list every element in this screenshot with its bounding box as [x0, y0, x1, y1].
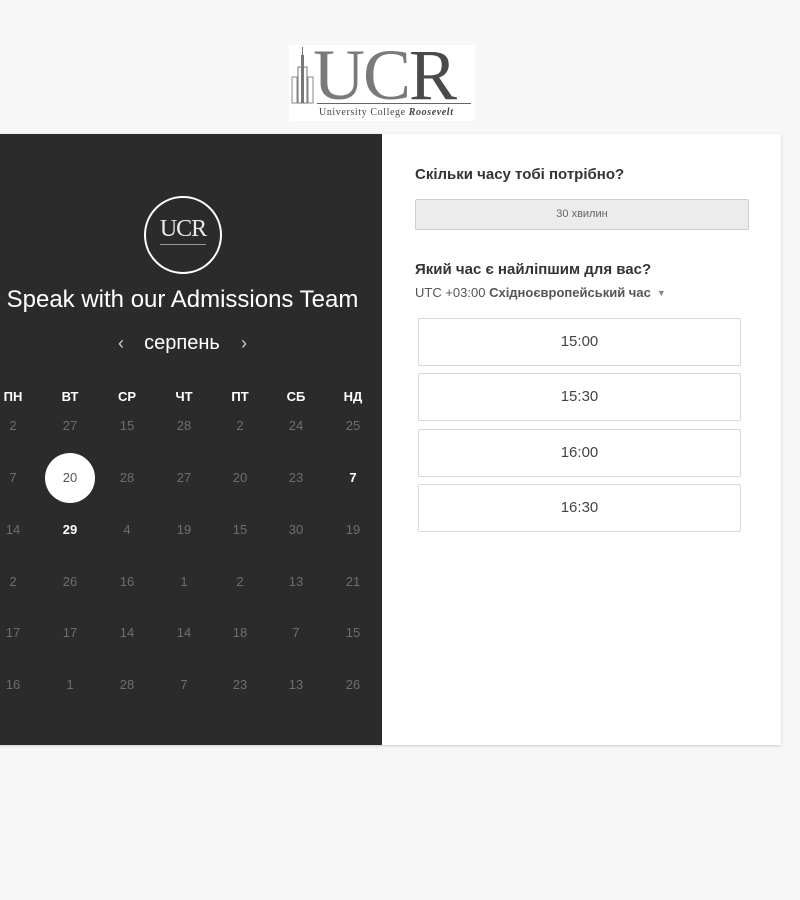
weekday-label: СБ — [286, 389, 306, 404]
calendar-day: 28 — [119, 677, 135, 692]
time-slot-button[interactable]: 15:00 — [418, 318, 741, 366]
calendar-day: 23 — [232, 677, 248, 692]
calendar-day: 2 — [236, 574, 244, 589]
calendar-day: 14 — [119, 625, 135, 640]
ucr-logo: UCR University College Roosevelt — [289, 39, 475, 121]
badge-divider — [160, 244, 206, 245]
weekday-label: ПТ — [231, 389, 249, 404]
chevron-right-icon[interactable]: › — [234, 333, 254, 354]
calendar-day: 28 — [176, 418, 192, 433]
month-navigation: ‹ серпень › — [0, 331, 364, 357]
time-slot-button[interactable]: 16:00 — [418, 429, 741, 477]
calendar-day: 13 — [288, 677, 304, 692]
duration-option[interactable]: 30 хвилин — [415, 199, 749, 230]
calendar-day: 4 — [123, 522, 131, 537]
calendar-day: 7 — [180, 677, 188, 692]
weekday-label: ВТ — [61, 389, 79, 404]
calendar-day: 17 — [62, 625, 78, 640]
calendar-day: 20 — [232, 470, 248, 485]
calendar-day: 15 — [345, 625, 361, 640]
timezone-name: Східноєвропейський час — [489, 285, 651, 300]
calendar-day: 25 — [345, 418, 361, 433]
time-selection-panel: Скільки часу тобі потрібно? 30 хвилин Як… — [382, 134, 781, 745]
month-label: серпень — [144, 332, 220, 354]
logo-wordmark: UCR — [313, 35, 457, 115]
calendar-day: 28 — [119, 470, 135, 485]
calendar-day: 7 — [9, 470, 17, 485]
available-date[interactable]: 29 — [50, 522, 90, 537]
calendar-day: 26 — [62, 574, 78, 589]
time-slot-button[interactable]: 16:30 — [418, 484, 741, 532]
logo-tagline: University College Roosevelt — [319, 107, 454, 118]
calendar-day: 15 — [119, 418, 135, 433]
time-question: Який час є найліпшим для вас? — [415, 261, 652, 278]
calendar-day: 7 — [292, 625, 300, 640]
calendar-day: 18 — [232, 625, 248, 640]
selected-date[interactable]: 20 — [45, 453, 95, 503]
caret-down-icon: ▼ — [656, 288, 666, 298]
weekday-label: СР — [117, 389, 137, 404]
calendar-day: 14 — [5, 522, 21, 537]
timezone-offset: UTC +03:00 — [415, 285, 486, 300]
calendar-day: 16 — [5, 677, 21, 692]
calendar-panel: UCR Speak with our Admissions Team ‹ сер… — [0, 134, 382, 745]
calendar-day: 24 — [288, 418, 304, 433]
calendar-day: 26 — [345, 677, 361, 692]
timezone-selector[interactable]: UTC +03:00 Східноєвропейський час ▼ — [415, 285, 666, 300]
calendar-day: 2 — [236, 418, 244, 433]
ucr-badge: UCR — [144, 196, 222, 274]
calendar-day: 1 — [180, 574, 188, 589]
time-slot-button[interactable]: 15:30 — [418, 373, 741, 421]
weekday-label: ПН — [3, 389, 23, 404]
panel-title: Speak with our Admissions Team — [6, 286, 359, 313]
weekday-label: ЧТ — [175, 389, 193, 404]
calendar-day: 16 — [119, 574, 135, 589]
calendar-day: 23 — [288, 470, 304, 485]
calendar-day: 2 — [9, 574, 17, 589]
booking-card: UCR Speak with our Admissions Team ‹ сер… — [0, 134, 781, 745]
calendar-day: 2 — [9, 418, 17, 433]
chevron-left-icon[interactable]: ‹ — [111, 333, 131, 354]
logo-divider — [317, 103, 471, 104]
weekday-label: НД — [343, 389, 363, 404]
calendar-day: 19 — [176, 522, 192, 537]
badge-text: UCR — [159, 216, 207, 242]
available-date[interactable]: 7 — [333, 470, 373, 485]
calendar-day: 30 — [288, 522, 304, 537]
calendar-day: 21 — [345, 574, 361, 589]
calendar-day: 17 — [5, 625, 21, 640]
calendar-day: 14 — [176, 625, 192, 640]
calendar-day: 13 — [288, 574, 304, 589]
calendar-day: 19 — [345, 522, 361, 537]
calendar-day: 27 — [62, 418, 78, 433]
duration-question: Скільки часу тобі потрібно? — [415, 166, 625, 183]
calendar-day: 27 — [176, 470, 192, 485]
calendar-day: 1 — [66, 677, 74, 692]
calendar-day: 15 — [232, 522, 248, 537]
